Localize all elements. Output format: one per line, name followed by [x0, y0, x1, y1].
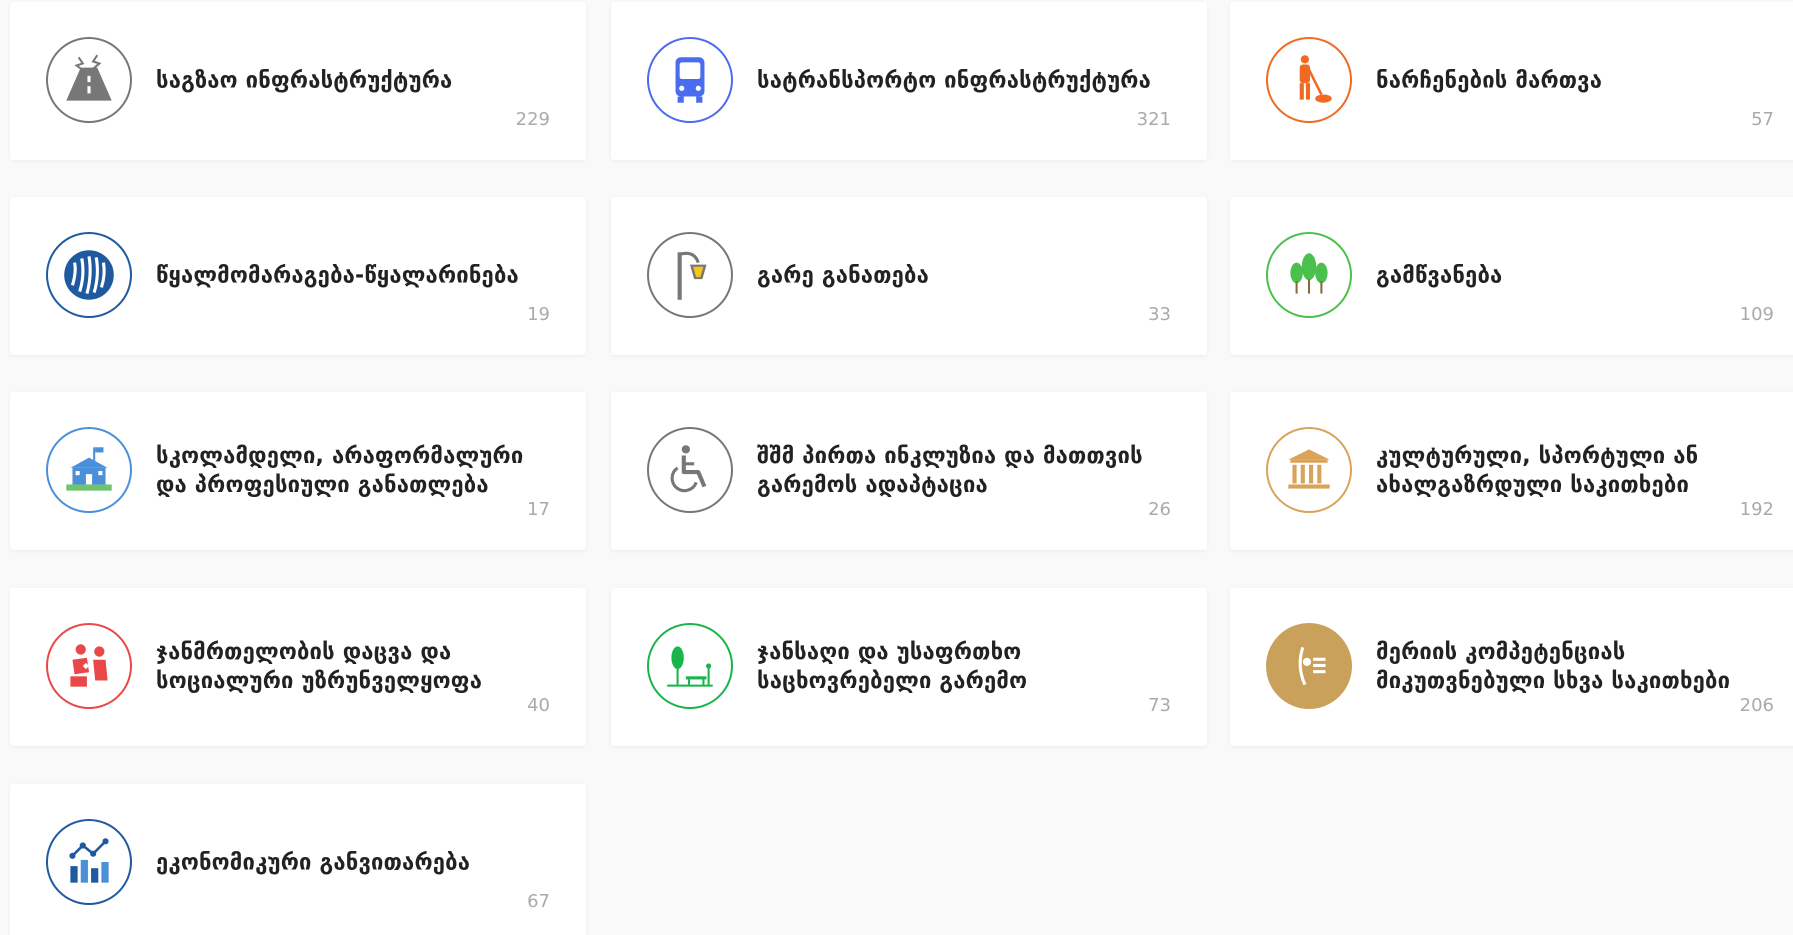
- category-card-disability-inclusion[interactable]: შშმ პირთა ინკლუზია და მათთვის გარემოს ად…: [611, 392, 1207, 550]
- category-count: 19: [527, 304, 550, 325]
- category-label: ეკონომიკური განვითარება: [156, 850, 471, 876]
- category-count: 33: [1148, 304, 1171, 325]
- janitor-icon: [1266, 37, 1352, 123]
- category-card-culture-sports-youth[interactable]: კულტურული, სპორტული ან ახალგაზრდული საკი…: [1230, 392, 1793, 550]
- category-count: 192: [1739, 499, 1774, 520]
- category-count: 206: [1739, 695, 1774, 716]
- category-card-road-infrastructure[interactable]: საგზაო ინფრასტრუქტურა 229: [10, 2, 586, 160]
- category-card-economic-development[interactable]: ეკონომიკური განვითარება 67: [10, 784, 586, 935]
- category-label: ნარჩენების მართვა: [1376, 68, 1603, 94]
- bus-icon: [647, 37, 733, 123]
- category-count: 229: [515, 109, 550, 130]
- category-card-outdoor-lighting[interactable]: გარე განათება 33: [611, 197, 1207, 355]
- category-count: 57: [1751, 109, 1774, 130]
- category-count: 321: [1136, 109, 1171, 130]
- park-icon: [647, 623, 733, 709]
- category-label: მერიის კომპეტენციას მიკუთვნებული სხვა სა…: [1376, 640, 1731, 694]
- water-icon: [46, 232, 132, 318]
- category-card-water-supply[interactable]: წყალმომარაგება-წყალარინება 19: [10, 197, 586, 355]
- chart-icon: [46, 819, 132, 905]
- category-count: 67: [527, 891, 550, 912]
- school-icon: [46, 427, 132, 513]
- category-card-other-city-hall-issues[interactable]: მერიის კომპეტენციას მიკუთვნებული სხვა სა…: [1230, 588, 1793, 746]
- category-card-health-social[interactable]: ჯანმრთელობის დაცვა და სოციალური უზრუნველ…: [10, 588, 586, 746]
- category-label: გარე განათება: [757, 263, 929, 289]
- category-label: კულტურული, სპორტული ან ახალგაზრდული საკი…: [1376, 444, 1699, 498]
- street-lamp-icon: [647, 232, 733, 318]
- category-label: შშმ პირთა ინკლუზია და მათთვის გარემოს ად…: [757, 444, 1143, 498]
- category-label: სკოლამდელი, არაფორმალური და პროფესიული გ…: [156, 444, 524, 498]
- category-count: 40: [527, 695, 550, 716]
- care-icon: [46, 623, 132, 709]
- category-label: ჯანმრთელობის დაცვა და სოციალური უზრუნველ…: [156, 640, 483, 694]
- category-card-greening[interactable]: გამწვანება 109: [1230, 197, 1793, 355]
- trees-icon: [1266, 232, 1352, 318]
- category-label: წყალმომარაგება-წყალარინება: [156, 263, 519, 289]
- category-label: საგზაო ინფრასტრუქტურა: [156, 68, 453, 94]
- museum-icon: [1266, 427, 1352, 513]
- road-icon: [46, 37, 132, 123]
- city-seal-icon: [1266, 623, 1352, 709]
- category-count: 73: [1148, 695, 1171, 716]
- category-card-transport-infrastructure[interactable]: სატრანსპორტო ინფრასტრუქტურა 321: [611, 2, 1207, 160]
- wheelchair-icon: [647, 427, 733, 513]
- category-grid: საგზაო ინფრასტრუქტურა 229 სატრანსპორტო ი…: [0, 0, 1793, 935]
- category-card-healthy-living-environment[interactable]: ჯანსაღი და უსაფრთხო საცხოვრებელი გარემო …: [611, 588, 1207, 746]
- category-label: სატრანსპორტო ინფრასტრუქტურა: [757, 68, 1151, 94]
- category-card-education[interactable]: სკოლამდელი, არაფორმალური და პროფესიული გ…: [10, 392, 586, 550]
- category-label: ჯანსაღი და უსაფრთხო საცხოვრებელი გარემო: [757, 640, 1028, 694]
- category-label: გამწვანება: [1376, 263, 1503, 289]
- category-count: 109: [1739, 304, 1774, 325]
- category-count: 17: [527, 499, 550, 520]
- category-count: 26: [1148, 499, 1171, 520]
- category-card-waste-management[interactable]: ნარჩენების მართვა 57: [1230, 2, 1793, 160]
